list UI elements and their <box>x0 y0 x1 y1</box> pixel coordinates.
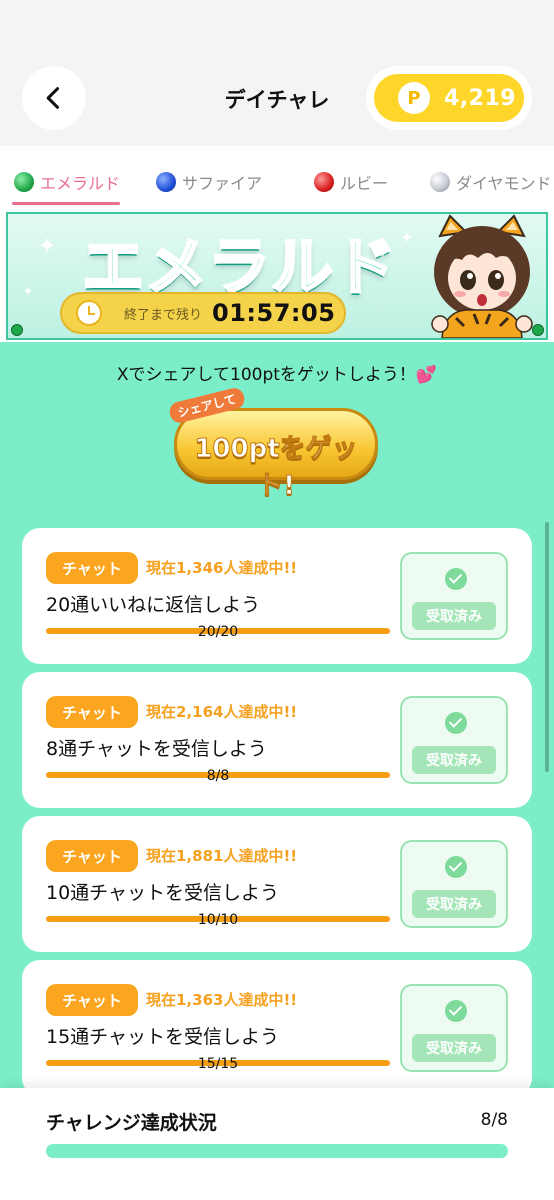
check-icon <box>445 568 467 590</box>
mission-progress-label: 10/10 <box>197 912 239 928</box>
ruby-icon <box>314 172 334 192</box>
challenge-status-value: 8/8 <box>480 1110 508 1130</box>
points-value: 4,219 <box>444 85 517 111</box>
tab-label: ダイヤモンド <box>456 174 552 193</box>
mission-progress-label: 20/20 <box>197 624 239 640</box>
mission-task: 8通チャットを受信しよう <box>46 738 267 760</box>
share-button-caption: シェアして <box>167 386 247 425</box>
missions-area: Xでシェアして100ptをゲットしよう！💕 シェアして 100ptをゲット! チ… <box>0 342 554 1088</box>
tab-label: サファイア <box>182 174 263 193</box>
achieved-count: 現在1,363人達成中!! <box>146 991 298 1009</box>
category-badge: チャット <box>46 696 138 728</box>
mission-card: チャット 現在1,363人達成中!! 15通チャットを受信しよう 15/15 受取済み <box>22 960 532 1088</box>
mission-card: チャット 現在1,346人達成中!! 20通いいねに返信しよう 20/20 受取済み <box>22 528 532 664</box>
sparkle-icon: ✦ <box>22 284 34 300</box>
check-icon <box>445 712 467 734</box>
claimed-button[interactable]: 受取済み <box>400 840 508 928</box>
countdown-timer: 終了まで残り 01:57:05 <box>60 292 346 334</box>
achieved-count: 現在1,346人達成中!! <box>146 559 298 577</box>
achieved-count: 現在2,164人達成中!! <box>146 703 298 721</box>
claimed-label: 受取済み <box>412 602 496 630</box>
scrollbar[interactable] <box>545 522 549 772</box>
check-icon <box>445 1000 467 1022</box>
sapphire-icon <box>156 172 176 192</box>
points-display[interactable]: P 4,219 <box>366 66 532 130</box>
claimed-button[interactable]: 受取済み <box>400 984 508 1072</box>
mission-progress-label: 8/8 <box>206 768 230 784</box>
mission-task: 15通チャットを受信しよう <box>46 1026 279 1048</box>
share-get-points-button[interactable]: シェアして 100ptをゲット! <box>167 386 378 502</box>
tiger-girl-mascot-illustration <box>431 214 533 338</box>
category-badge: チャット <box>46 984 138 1016</box>
mission-card: チャット 現在2,164人達成中!! 8通チャットを受信しよう 8/8 受取済み <box>22 672 532 808</box>
points-pill: P 4,219 <box>374 74 524 122</box>
claimed-button[interactable]: 受取済み <box>400 552 508 640</box>
clock-icon <box>76 300 102 326</box>
timer-label: 終了まで残り <box>124 307 203 323</box>
category-badge: チャット <box>46 840 138 872</box>
sparkle-icon: ✦ <box>400 228 414 247</box>
tab-label: エメラルド <box>40 174 121 193</box>
active-tab-indicator <box>12 202 120 205</box>
challenge-status-label: チャレンジ達成状況 <box>46 1112 217 1134</box>
claimed-label: 受取済み <box>412 746 496 774</box>
mission-progress-label: 15/15 <box>197 1056 239 1072</box>
claimed-button[interactable]: 受取済み <box>400 696 508 784</box>
mission-task: 20通いいねに返信しよう <box>46 594 261 616</box>
emerald-icon <box>11 324 23 336</box>
challenge-progress-fill <box>46 1144 508 1158</box>
check-icon <box>445 856 467 878</box>
timer-value: 01:57:05 <box>212 299 336 327</box>
points-coin-icon: P <box>398 82 430 114</box>
achieved-count: 現在1,881人達成中!! <box>146 847 298 865</box>
mission-task: 10通チャットを受信しよう <box>46 882 279 904</box>
challenge-status-footer: チャレンジ達成状況 8/8 <box>0 1088 554 1200</box>
share-instruction: Xでシェアして100ptをゲットしよう！💕 <box>116 365 438 385</box>
claimed-label: 受取済み <box>412 1034 496 1062</box>
sparkle-icon: ✦ <box>38 234 57 259</box>
tab-label: ルビー <box>340 174 389 193</box>
category-badge: チャット <box>46 552 138 584</box>
tab-sapphire[interactable]: サファイア <box>156 170 262 194</box>
tab-ruby[interactable]: ルビー <box>314 170 388 194</box>
challenge-progress-bar <box>46 1144 508 1158</box>
diamond-icon <box>430 172 450 192</box>
header-bar: デイチャレ P 4,219 <box>0 0 554 146</box>
mission-card: チャット 現在1,881人達成中!! 10通チャットを受信しよう 10/10 受取済み <box>22 816 532 952</box>
gem-tabs: エメラルド サファイア ルビー ダイヤモンド <box>0 146 554 212</box>
emerald-banner: ✦ ✦ ✦ エメラルド 終了まで残り 01:57:05 <box>6 212 548 340</box>
emerald-icon <box>14 172 34 192</box>
share-button-label: 100ptをゲット! <box>194 434 358 502</box>
tab-diamond[interactable]: ダイヤモンド <box>430 170 552 194</box>
claimed-label: 受取済み <box>412 890 496 918</box>
tab-emerald[interactable]: エメラルド <box>14 170 120 194</box>
